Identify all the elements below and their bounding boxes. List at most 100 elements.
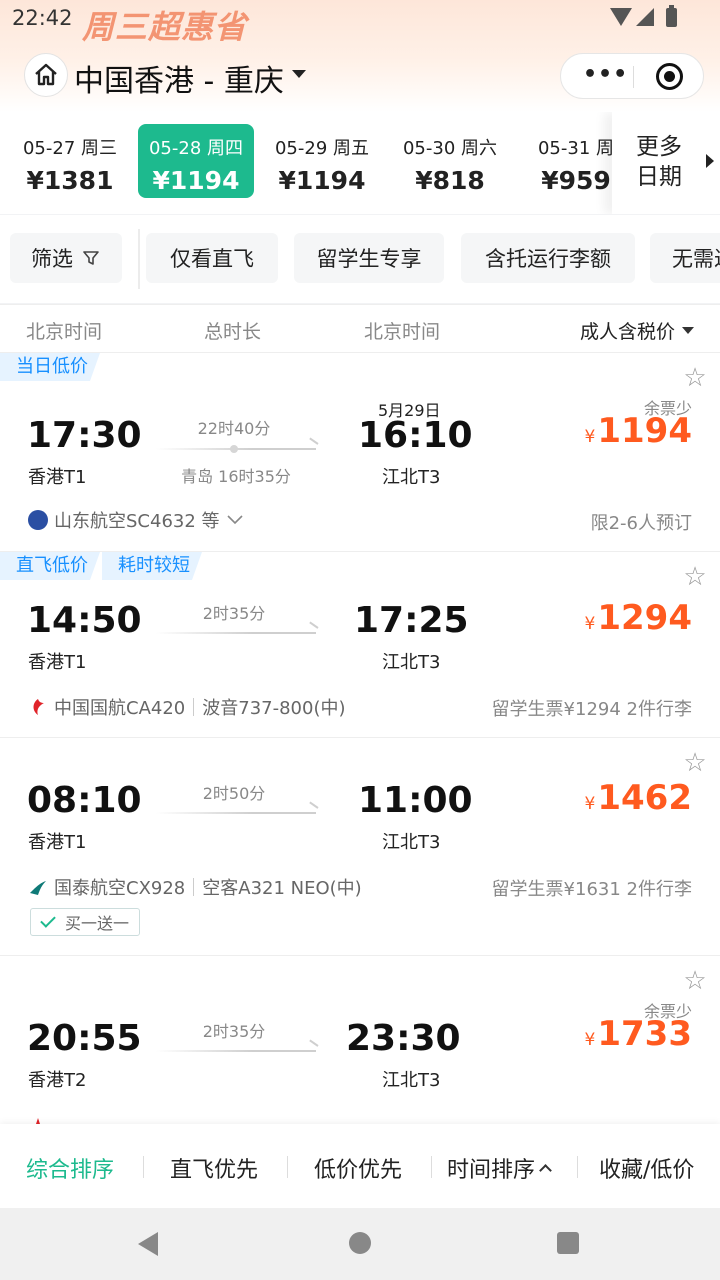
arrival-airport: 江北T3: [382, 1070, 441, 1091]
system-nav-bar: [0, 1208, 720, 1280]
cathay-logo-icon: [30, 881, 46, 895]
date-label: 05-27 周三: [22, 138, 118, 159]
booking-limit-note: 限2-6人预订: [590, 513, 692, 534]
date-item-0529[interactable]: 05-29 周五 ¥1194: [264, 124, 380, 198]
info-divider: [193, 698, 195, 716]
route-line: [156, 632, 316, 634]
flight-tags: 直飞低价 耗时较短: [0, 552, 204, 580]
sort-divider: [577, 1156, 578, 1178]
airline-info: 中国国航CA420 波音737-800(中): [28, 694, 346, 720]
favorite-star-icon[interactable]: ☆: [682, 365, 708, 391]
dep-tz-label: 北京时间: [26, 321, 103, 343]
sort-by-time[interactable]: 时间排序: [447, 1152, 552, 1184]
home-button[interactable]: [24, 53, 68, 97]
signal-icon: [636, 8, 654, 26]
info-divider: [193, 878, 195, 896]
hk-airlines-logo-icon: [30, 1118, 46, 1124]
filter-baggage[interactable]: 含托运行李额: [461, 233, 635, 283]
more-dates-button[interactable]: 更多 日期: [612, 112, 720, 214]
header: 22:42 周三超惠省 中国香港 - 重庆 •••: [0, 0, 720, 112]
recent-apps-icon[interactable]: [557, 1232, 579, 1254]
tag-day-low: 当日低价: [0, 353, 100, 381]
back-icon[interactable]: [138, 1232, 158, 1256]
tag-short-duration: 耗时较短: [102, 552, 202, 580]
column-header: 北京时间 总时长 北京时间 成人含税价: [0, 304, 720, 352]
chevron-down-icon[interactable]: [226, 514, 244, 526]
arrival-airport: 江北T3: [382, 832, 441, 853]
date-selector: 05-27 周三 ¥1381 05-28 周四 ¥1194 05-29 周五 ¥…: [0, 112, 720, 214]
date-item-0530[interactable]: 05-30 周六 ¥818: [392, 124, 508, 198]
sort-overall[interactable]: 综合排序: [26, 1152, 114, 1184]
more-menu-icon[interactable]: •••: [583, 62, 628, 87]
flight-duration: 22时40分: [197, 419, 271, 438]
promo-banner: 周三超惠省: [82, 8, 248, 46]
student-fare-note: 留学生票¥1294 2件行李: [491, 699, 692, 720]
route-line: [156, 1050, 316, 1052]
date-label: 05-29 周五: [274, 138, 370, 159]
check-icon: [40, 912, 56, 928]
sort-divider: [143, 1156, 144, 1178]
route-title[interactable]: 中国香港 - 重庆: [74, 56, 284, 100]
departure-time: 20:55: [27, 1018, 142, 1059]
status-time: 22:42: [12, 6, 73, 30]
shandong-airlines-logo-icon: [28, 510, 48, 530]
route-line: [156, 812, 316, 814]
sort-favorites[interactable]: 收藏/低价: [599, 1152, 694, 1184]
home-circle-icon[interactable]: [349, 1232, 371, 1254]
filter-no-visa[interactable]: 无需过: [650, 233, 720, 283]
filter-divider: [138, 229, 140, 289]
funnel-icon: [83, 251, 99, 265]
airline-info: 国泰航空CX928 空客A321 NEO(中): [28, 874, 362, 900]
flight-card[interactable]: ☆ 20:55 香港T2 2时35分 23:30 江北T3 余票少 ¥1733: [0, 955, 720, 1124]
tag-direct-low: 直飞低价: [0, 552, 100, 580]
date-item-0527[interactable]: 05-27 周三 ¥1381: [12, 124, 128, 198]
date-price: ¥818: [415, 166, 485, 195]
departure-airport: 香港T1: [28, 467, 87, 488]
arrival-time: 17:25: [354, 600, 469, 641]
price-sort-label[interactable]: 成人含税价: [580, 317, 675, 344]
chevron-right-icon: [706, 154, 714, 168]
title-bar: 中国香港 - 重庆 •••: [0, 50, 720, 100]
arrival-time: 23:30: [346, 1018, 461, 1059]
flight-card[interactable]: ☆ 08:10 香港T1 2时50分 11:00 江北T3 ¥1462 国泰航空…: [0, 737, 720, 955]
flight-price: ¥1733: [584, 1014, 692, 1054]
date-label: 05-28 周四: [148, 138, 244, 159]
flight-card[interactable]: 当日低价 ☆ 17:30 香港T1 22时40分 青岛 16时35分 5月29日…: [0, 352, 720, 551]
filter-button[interactable]: 筛选: [10, 233, 122, 283]
filter-direct-only[interactable]: 仅看直飞: [146, 233, 278, 283]
departure-airport: 香港T2: [28, 1070, 87, 1091]
flight-card[interactable]: 直飞低价 耗时较短 ☆ 14:50 香港T1 2时35分 17:25 江北T3 …: [0, 551, 720, 737]
sort-dropdown-icon[interactable]: [682, 327, 694, 334]
departure-time: 17:30: [27, 415, 142, 456]
arrival-time: 11:00: [358, 780, 473, 821]
favorite-star-icon[interactable]: ☆: [682, 968, 708, 994]
home-icon: [35, 63, 57, 86]
route-dropdown-icon[interactable]: [292, 70, 306, 78]
departure-time: 08:10: [27, 780, 142, 821]
arrival-airport: 江北T3: [382, 652, 441, 673]
date-item-0528[interactable]: 05-28 周四 ¥1194: [138, 124, 254, 198]
mini-program-capsule: •••: [560, 53, 704, 99]
flight-price: ¥1194: [584, 411, 692, 451]
sort-low-price[interactable]: 低价优先: [314, 1152, 402, 1184]
favorite-star-icon[interactable]: ☆: [682, 564, 708, 590]
student-fare-note: 留学生票¥1631 2件行李: [491, 879, 692, 900]
airline-info: 山东航空SC4632 等: [28, 507, 244, 533]
status-bar: 22:42 周三超惠省: [0, 0, 720, 46]
flight-duration: 2时35分: [202, 1022, 266, 1041]
sort-divider: [287, 1156, 288, 1178]
departure-airport: 香港T1: [28, 832, 87, 853]
capsule-divider: [633, 66, 634, 88]
sort-direct-first[interactable]: 直飞优先: [170, 1152, 258, 1184]
close-target-icon[interactable]: [656, 63, 683, 90]
filter-student[interactable]: 留学生专享: [294, 233, 444, 283]
chevron-up-icon: [539, 1164, 552, 1177]
date-price: ¥1194: [278, 166, 366, 195]
arrival-airport: 江北T3: [382, 467, 441, 488]
favorite-star-icon[interactable]: ☆: [682, 750, 708, 776]
duration-label: 总时长: [204, 321, 262, 343]
flight-tags: 当日低价: [0, 353, 102, 381]
date-price: ¥1194: [152, 166, 240, 195]
arr-tz-label: 北京时间: [364, 321, 441, 343]
filter-bar: 筛选 仅看直飞 留学生专享 含托运行李额 无需过: [0, 215, 720, 303]
